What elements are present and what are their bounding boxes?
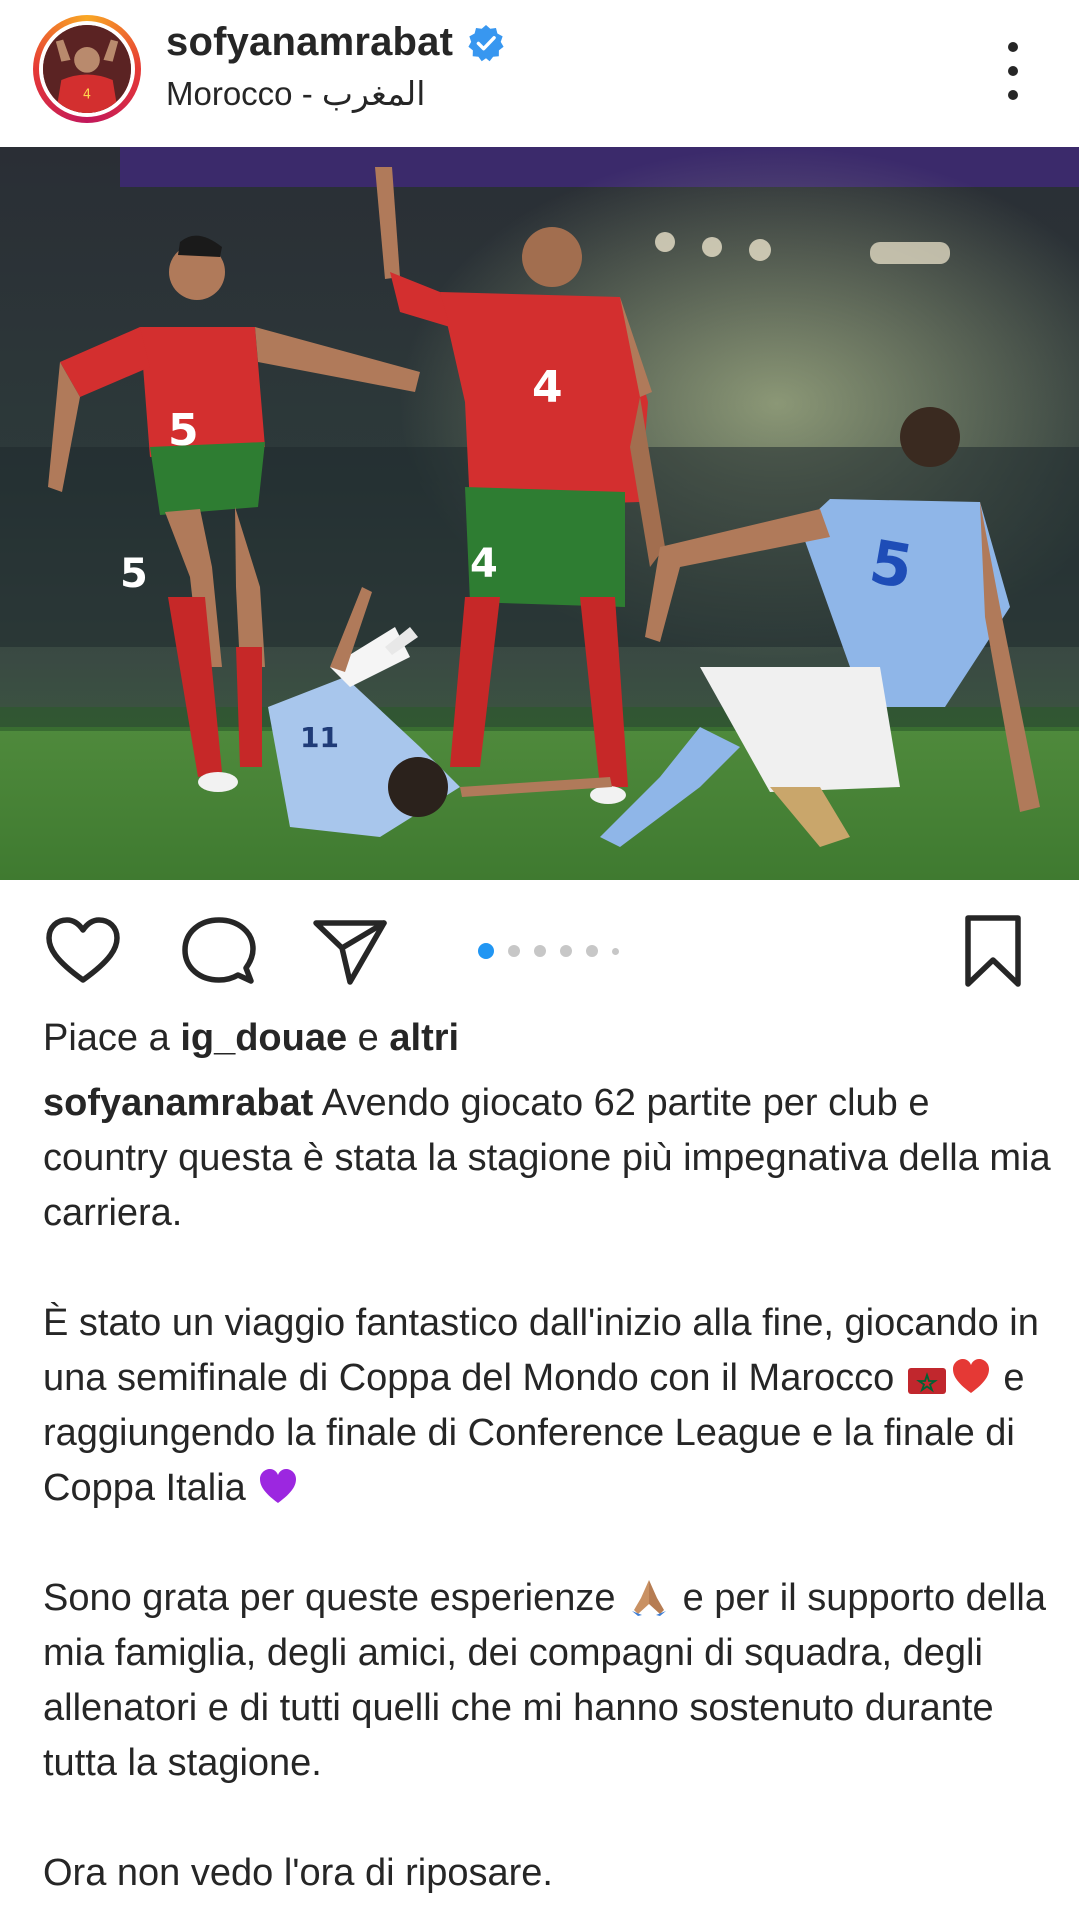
post-caption: sofyanamrabat Avendo giocato 62 partite …: [43, 1076, 1053, 1901]
svg-text:11: 11: [300, 721, 339, 754]
liked-by-others[interactable]: altri: [389, 1017, 459, 1059]
carousel-indicator: [478, 943, 633, 959]
post-actions: [0, 880, 1079, 1010]
carousel-dot: [612, 947, 619, 955]
comment-bubble-icon[interactable]: [180, 916, 256, 986]
svg-text:4: 4: [83, 87, 91, 102]
purple-heart-emoji: [260, 1469, 297, 1503]
carousel-dot: [560, 945, 572, 957]
avatar-story-ring[interactable]: 4: [33, 15, 141, 123]
caption-text-2a: È stato un viaggio fantastico dall'inizi…: [43, 1302, 1039, 1399]
likes-summary[interactable]: Piace a ig_douae e altri: [43, 1017, 459, 1060]
avatar-image: 4: [43, 25, 131, 113]
post-header: 4 sofyanamrabat Morocco - المغرب: [0, 0, 1079, 147]
username-row: sofyanamrabat: [166, 20, 505, 65]
likes-middle: e: [347, 1017, 390, 1059]
username[interactable]: sofyanamrabat: [166, 20, 453, 65]
caption-text-3a: Sono grata per queste esperienze: [43, 1577, 627, 1619]
paper-plane-icon[interactable]: [312, 916, 388, 986]
svg-text:5: 5: [120, 551, 148, 597]
caption-paragraph-3: Sono grata per queste esperienze e per i…: [43, 1571, 1053, 1791]
caption-paragraph-2: È stato un viaggio fantastico dall'inizi…: [43, 1296, 1053, 1516]
verified-badge-icon: [468, 24, 504, 61]
post-location[interactable]: Morocco - المغرب: [166, 74, 425, 113]
heart-icon[interactable]: [45, 916, 121, 986]
bookmark-icon[interactable]: [962, 914, 1024, 988]
caption-paragraph-1: sofyanamrabat Avendo giocato 62 partite …: [43, 1076, 1053, 1241]
carousel-dot: [586, 945, 598, 957]
svg-text:5: 5: [168, 405, 199, 456]
red-heart-emoji: [952, 1359, 989, 1393]
carousel-dot-active: [478, 943, 494, 959]
svg-text:4: 4: [532, 362, 563, 413]
carousel-dot: [508, 945, 520, 957]
caption-author[interactable]: sofyanamrabat: [43, 1082, 313, 1124]
liked-by-user[interactable]: ig_douae: [180, 1017, 347, 1059]
match-photo: 5 5 4 4 11 5: [0, 147, 1079, 880]
praying-hands-emoji: [632, 1580, 667, 1616]
morocco-flag-emoji: [907, 1368, 946, 1394]
likes-prefix: Piace a: [43, 1017, 181, 1059]
avatar[interactable]: 4: [39, 21, 135, 117]
carousel-dot: [534, 945, 546, 957]
more-vertical-icon[interactable]: [997, 42, 1029, 100]
post-image[interactable]: 5 5 4 4 11 5: [0, 147, 1079, 880]
svg-text:4: 4: [470, 541, 498, 587]
caption-paragraph-4: Ora non vedo l'ora di riposare.: [43, 1852, 553, 1894]
